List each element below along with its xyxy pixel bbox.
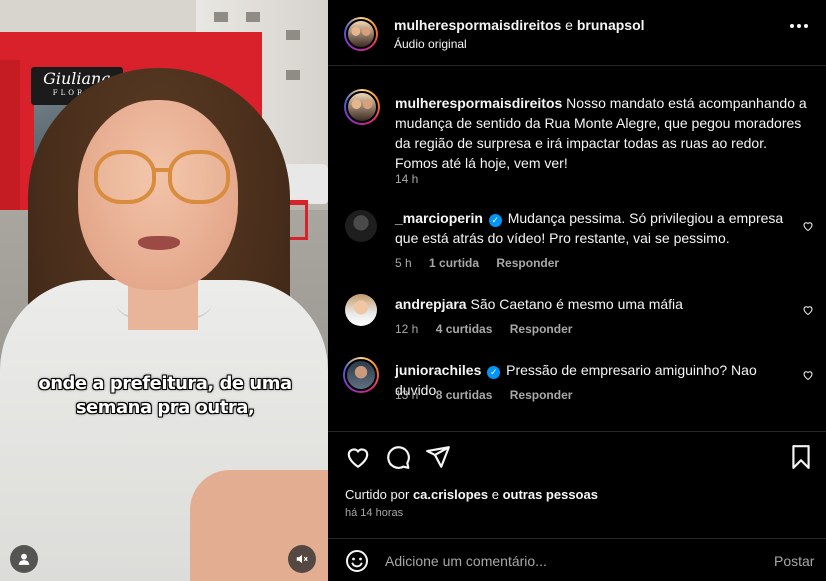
reply-button[interactable]: Responder	[496, 256, 559, 270]
header-user-2[interactable]: brunapsol	[577, 17, 645, 33]
post-age: há 14 horas	[345, 507, 404, 519]
comment-input[interactable]	[385, 549, 755, 573]
store-pillar	[0, 60, 20, 210]
comment-like-icon[interactable]	[802, 220, 814, 232]
emoji-icon[interactable]	[345, 549, 369, 573]
liked-joiner: e	[491, 487, 499, 502]
comment-meta: 5 h 1 curtida Responder	[395, 256, 559, 270]
comment-text: São Caetano é mesmo uma máfia	[470, 296, 683, 312]
comment-composer: Postar	[328, 538, 826, 581]
reply-button[interactable]: Responder	[510, 322, 573, 336]
verified-badge-icon: ✓	[488, 214, 502, 227]
comment-item: _marcioperin ✓ Mudança pessima. Só privi…	[395, 208, 793, 248]
liked-prefix: Curtido por	[345, 487, 410, 502]
post-details-panel: mulherespormaisdireitos e brunapsol Áudi…	[328, 0, 826, 581]
caption-line-2: semana pra outra,	[75, 397, 255, 418]
glasses	[94, 150, 234, 208]
save-bookmark-icon[interactable]	[788, 444, 814, 470]
comment-like-icon[interactable]	[802, 369, 814, 381]
liked-others[interactable]: outras pessoas	[503, 487, 598, 502]
reply-button[interactable]: Responder	[510, 388, 573, 402]
comment-avatar[interactable]	[345, 210, 377, 242]
comment-username[interactable]: juniorachiles	[395, 362, 481, 378]
audio-link[interactable]: Áudio original	[394, 37, 467, 51]
header-user-1[interactable]: mulherespormaisdireitos	[394, 17, 561, 33]
share-icon[interactable]	[425, 444, 451, 470]
post-header: mulherespormaisdireitos e brunapsol Áudi…	[328, 0, 826, 66]
post-author-avatar[interactable]	[344, 89, 380, 125]
comment-likes[interactable]: 8 curtidas	[436, 388, 493, 402]
comment-time: 13 h	[395, 388, 419, 402]
post-time: 14 h	[395, 172, 419, 186]
post-caption: mulherespormaisdireitos Nosso mandato es…	[395, 93, 811, 173]
comment-icon[interactable]	[385, 444, 411, 470]
header-avatar[interactable]	[344, 17, 378, 51]
liked-by: Curtido por ca.crislopes e outras pessoa…	[345, 487, 598, 502]
mute-button[interactable]	[288, 545, 316, 573]
like-heart-icon[interactable]	[345, 444, 371, 470]
comment-time: 12 h	[395, 322, 419, 336]
post-comment-button[interactable]: Postar	[774, 553, 814, 569]
comment-avatar[interactable]	[345, 294, 377, 326]
comments-list[interactable]: mulherespormaisdireitos Nosso mandato es…	[328, 67, 826, 430]
view-replies-divider[interactable]: ———	[438, 423, 474, 430]
comment-item: andrepjara São Caetano é mesmo uma máfia	[395, 294, 793, 314]
comment-time: 5 h	[395, 256, 412, 270]
comment-meta: 12 h 4 curtidas Responder	[395, 322, 572, 336]
header-joiner: e	[565, 17, 573, 33]
liked-user[interactable]: ca.crislopes	[413, 487, 488, 502]
comment-likes[interactable]: 4 curtidas	[436, 322, 493, 336]
comment-likes[interactable]: 1 curtida	[429, 256, 479, 270]
comment-username[interactable]: _marcioperin	[395, 210, 483, 226]
user-icon	[18, 553, 30, 565]
comment-username[interactable]: andrepjara	[395, 296, 467, 312]
person-mouth	[138, 236, 180, 250]
speaker-muted-icon	[296, 554, 308, 564]
caption-line-1: onde a prefeitura, de uma	[38, 373, 292, 394]
tagged-users-button[interactable]	[10, 545, 38, 573]
header-usernames: mulherespormaisdireitos e brunapsol	[394, 17, 645, 33]
post-author-username[interactable]: mulherespormaisdireitos	[395, 95, 562, 111]
comment-meta: 13 h 8 curtidas Responder	[395, 388, 572, 402]
comment-like-icon[interactable]	[802, 304, 814, 316]
video-caption: onde a prefeitura, de uma semana pra out…	[30, 372, 300, 420]
comment-avatar[interactable]	[343, 357, 379, 393]
verified-badge-icon: ✓	[487, 366, 501, 379]
more-options-icon[interactable]	[790, 24, 808, 28]
post-actions: Curtido por ca.crislopes e outras pessoa…	[328, 431, 826, 535]
reel-video[interactable]: Giuliana FLORES onde a prefeitura, de um…	[0, 0, 328, 581]
